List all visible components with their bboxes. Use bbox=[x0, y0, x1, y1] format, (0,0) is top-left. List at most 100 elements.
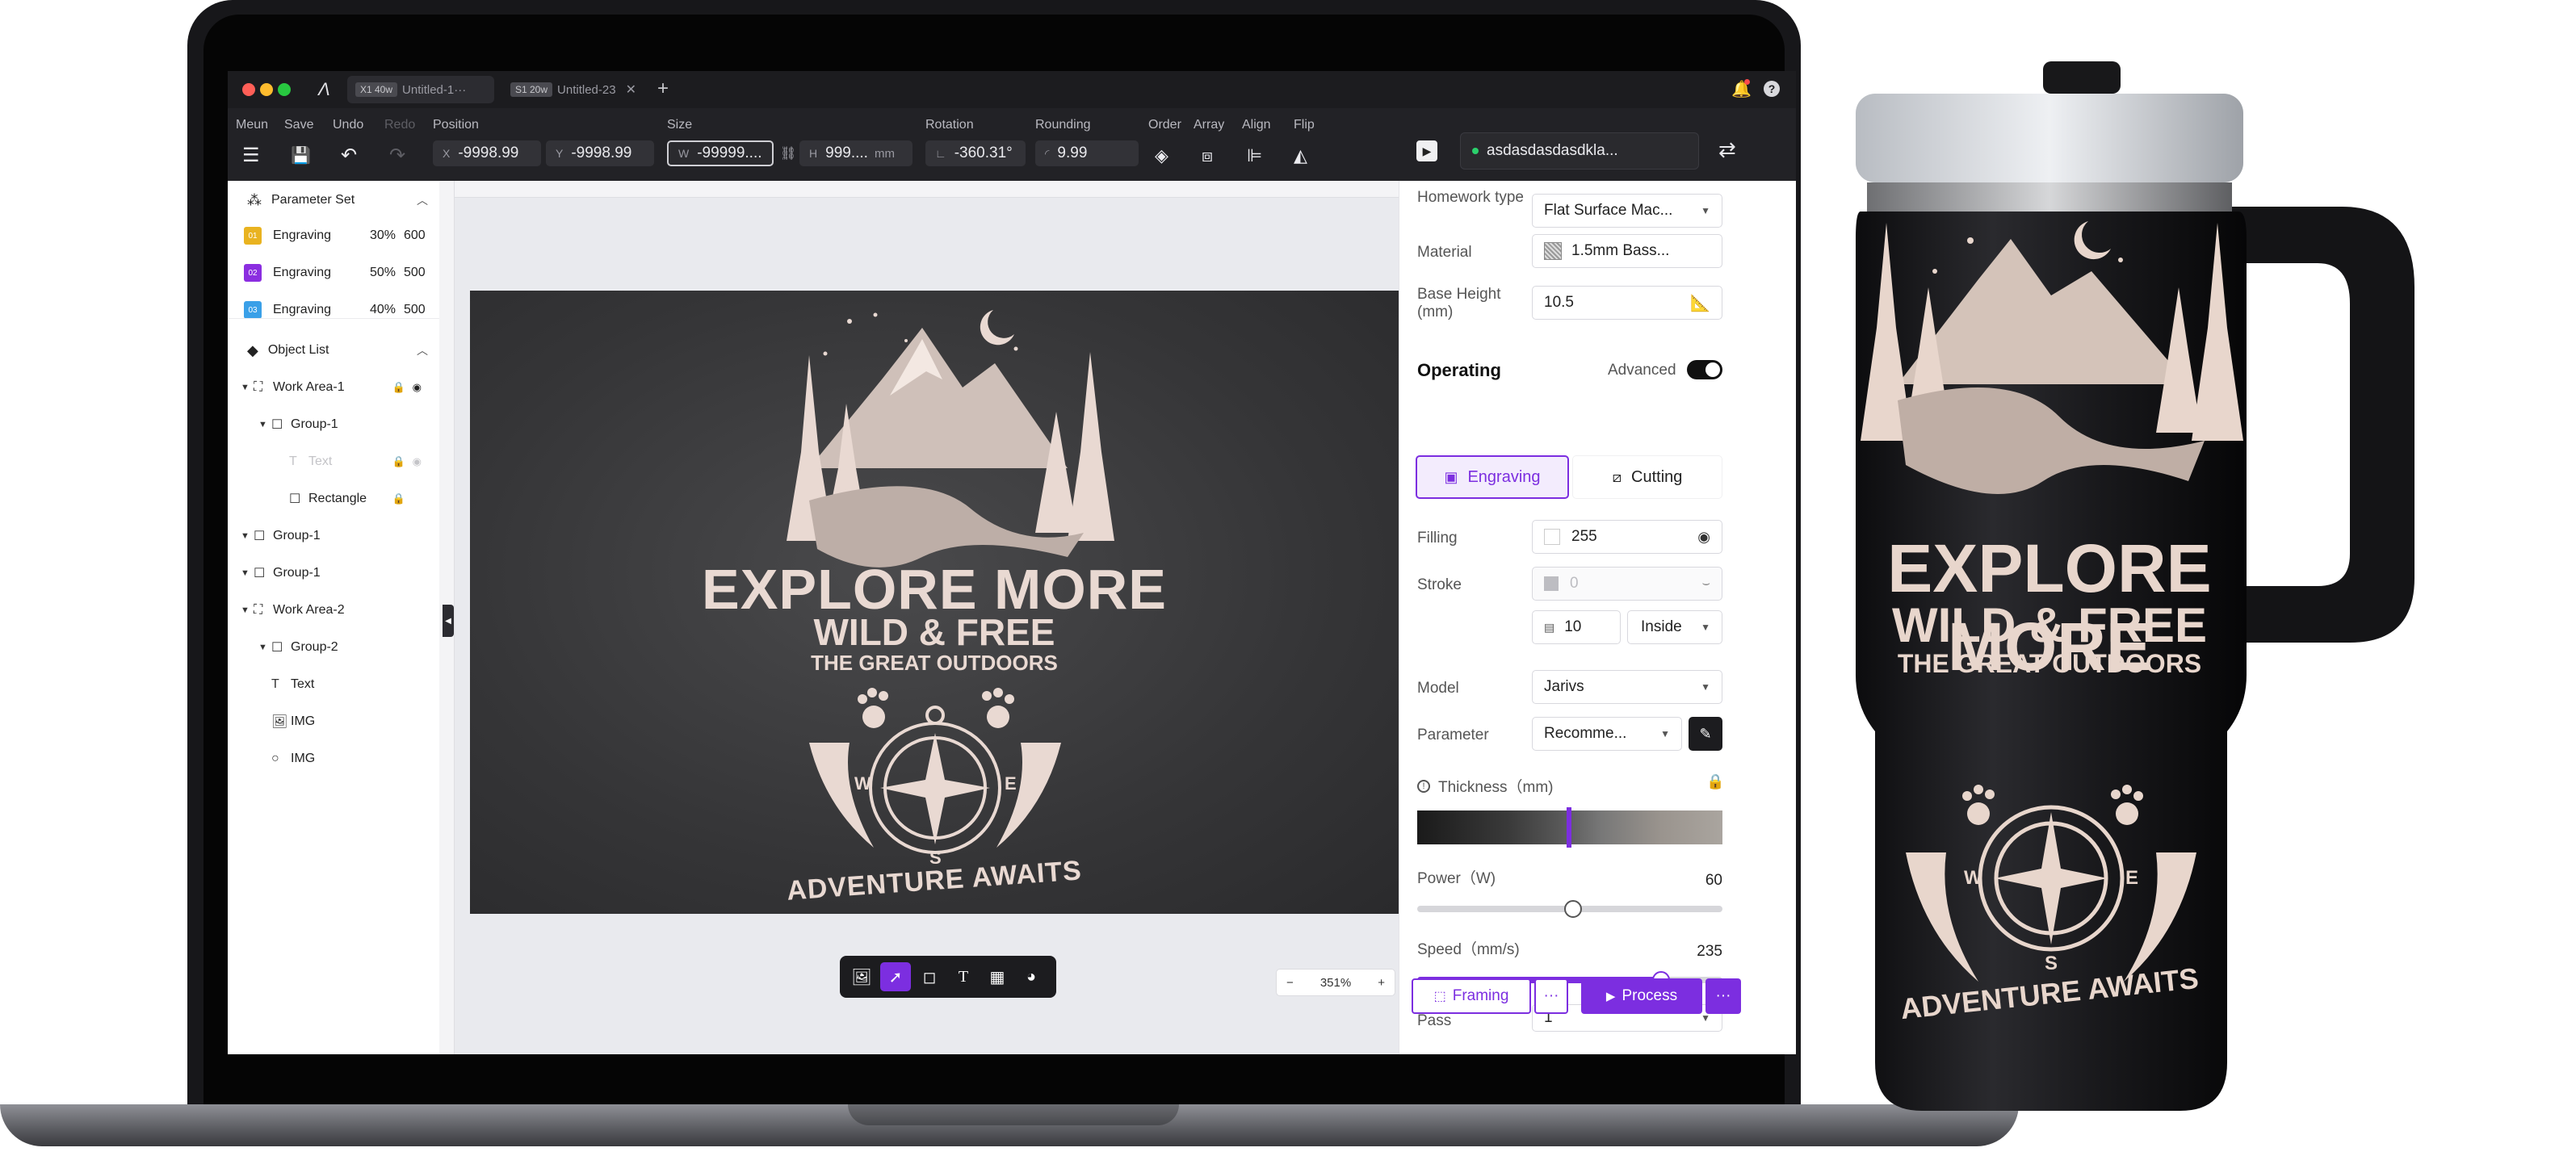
device-selector[interactable]: asdasdasdasdkla... bbox=[1460, 132, 1699, 170]
cutting-mode-button[interactable]: ⧄ Cutting bbox=[1572, 455, 1722, 499]
object-tree-label: Rectangle bbox=[308, 492, 367, 505]
framing-button[interactable]: ⬚ Framing bbox=[1412, 978, 1531, 1014]
stroke-position-select[interactable]: Inside ▼ bbox=[1627, 610, 1722, 644]
process-more-button[interactable]: ··· bbox=[1705, 978, 1741, 1014]
base-height-input[interactable]: 10.5 📐 bbox=[1532, 286, 1722, 320]
engraving-mode-button[interactable]: ▣ Engraving bbox=[1416, 455, 1569, 499]
artboard[interactable]: EXPLORE MORE WILD & FREE THE GREAT OUTDO… bbox=[470, 291, 1399, 914]
zoom-control: − 351% + bbox=[1276, 969, 1395, 996]
grid-tool-icon[interactable]: ▦ bbox=[982, 962, 1013, 991]
framing-icon: ⬚ bbox=[1433, 990, 1446, 1003]
expand-triangle-icon[interactable]: ▼ bbox=[241, 383, 254, 392]
parameter-set-header[interactable]: ⁂ Parameter Set ︿ bbox=[228, 184, 439, 216]
menu-icon[interactable]: ☰ bbox=[242, 144, 260, 168]
angle-icon: ∟ bbox=[935, 147, 946, 160]
object-tree-row[interactable]: ▼ ⛶ Work Area-2 bbox=[241, 594, 426, 626]
parameter-row[interactable]: 03 Engraving 40% 500 bbox=[228, 294, 439, 326]
lock-ratio-icon[interactable]: ⛓ bbox=[780, 145, 796, 161]
shape-tool-icon[interactable]: ◕ bbox=[1016, 962, 1047, 991]
eye-icon[interactable]: ◉ bbox=[1697, 529, 1710, 546]
preview-play-button[interactable]: ▶ bbox=[1416, 140, 1437, 161]
eye-icon[interactable]: ◉ bbox=[413, 381, 422, 394]
parameter-color-swatch: 01 bbox=[244, 227, 262, 245]
tab-untitled-23[interactable]: S1 20w Untitled-23 ✕ bbox=[502, 76, 648, 103]
zoom-window-button[interactable] bbox=[278, 83, 291, 96]
chevron-up-icon[interactable]: ︿ bbox=[417, 342, 428, 358]
save-icon[interactable]: 💾 bbox=[291, 144, 311, 168]
design-canvas[interactable]: ◀ EXPLORE MORE WILD & FREE THE GREAT OUT… bbox=[439, 181, 1399, 1054]
lock-icon[interactable]: 🔒 bbox=[392, 381, 405, 394]
switch-device-icon[interactable]: ⇄ bbox=[1718, 137, 1736, 162]
expand-triangle-icon[interactable]: ▼ bbox=[258, 420, 271, 429]
object-list-header[interactable]: ◆ Object List ︿ bbox=[228, 334, 439, 366]
object-tree-label: Text bbox=[291, 677, 315, 691]
minimize-window-button[interactable] bbox=[260, 83, 273, 96]
undo-icon[interactable]: ↶ bbox=[341, 144, 357, 168]
filling-label: Filling bbox=[1417, 530, 1458, 547]
eye-closed-icon[interactable]: ⌣ bbox=[1701, 576, 1710, 591]
object-tree-row[interactable]: T Text bbox=[258, 668, 426, 701]
object-tree-row[interactable]: ▼ ☐ Group-1 bbox=[241, 557, 426, 589]
parameter-set-icon: ⁂ bbox=[247, 191, 262, 208]
parameter-color-swatch: 03 bbox=[244, 301, 262, 319]
stroke-width-input[interactable]: ▤ 10 bbox=[1532, 610, 1621, 644]
advanced-toggle[interactable] bbox=[1687, 360, 1722, 379]
filling-input[interactable]: 255 ◉ bbox=[1532, 520, 1722, 554]
position-y-field[interactable]: Y -9998.99 bbox=[546, 140, 654, 166]
close-tab-icon[interactable]: ✕ bbox=[626, 82, 636, 98]
position-x-field[interactable]: X -9998.99 bbox=[433, 140, 541, 166]
object-tree-label: Group-1 bbox=[273, 566, 321, 580]
object-tree-row[interactable]: T Text 🔒 ◉ bbox=[276, 446, 426, 478]
rounding-field[interactable]: ◜ 9.99 bbox=[1035, 140, 1139, 166]
material-select[interactable]: 1.5mm Bass... bbox=[1532, 234, 1722, 268]
size-width-field[interactable]: W -99999.... bbox=[667, 140, 774, 166]
parameter-row[interactable]: 02 Engraving 50% 500 bbox=[228, 257, 439, 289]
lock-icon[interactable]: 🔒 bbox=[392, 492, 405, 505]
zoom-out-button[interactable]: − bbox=[1286, 976, 1294, 990]
object-tree-row[interactable]: ○ IMG bbox=[258, 743, 426, 775]
parameter-select[interactable]: Recomme... ▼ bbox=[1532, 717, 1682, 751]
text-icon: T bbox=[289, 454, 297, 468]
order-layers-icon[interactable]: ◈ bbox=[1155, 144, 1168, 168]
help-icon[interactable]: ? bbox=[1764, 81, 1780, 97]
size-height-field[interactable]: H 999.... mm bbox=[799, 140, 913, 166]
expand-triangle-icon[interactable]: ▼ bbox=[241, 531, 254, 541]
new-tab-button[interactable]: + bbox=[657, 77, 669, 100]
object-tree-row[interactable]: ▼ ☐ Group-1 bbox=[258, 408, 426, 441]
power-slider-knob[interactable] bbox=[1563, 900, 1582, 918]
expand-triangle-icon[interactable]: ▼ bbox=[241, 605, 254, 615]
flip-icon[interactable]: ◭ bbox=[1294, 144, 1307, 168]
rectangle-tool-icon[interactable]: ◻ bbox=[914, 962, 945, 991]
redo-icon[interactable]: ↷ bbox=[389, 144, 405, 168]
homework-type-select[interactable]: Flat Surface Mac... ▼ bbox=[1532, 194, 1722, 228]
measure-icon[interactable]: 📐 bbox=[1690, 293, 1710, 313]
zoom-in-button[interactable]: + bbox=[1378, 976, 1385, 990]
object-tree-row[interactable]: ▼ ⛶ Work Area-1 🔒 ◉ bbox=[241, 371, 426, 404]
object-tree-row[interactable]: ▼ ☐ Group-2 bbox=[258, 631, 426, 664]
parameter-row[interactable]: 01 Engraving 30% 600 bbox=[228, 220, 439, 252]
expand-triangle-icon[interactable]: ▼ bbox=[241, 568, 254, 578]
object-tree-row[interactable]: ▼ ☐ Group-1 bbox=[241, 520, 426, 552]
select-tool-icon[interactable]: ➚ bbox=[880, 962, 911, 991]
chevron-up-icon[interactable]: ︿ bbox=[417, 192, 428, 208]
collapse-panel-button[interactable]: ◀ bbox=[443, 605, 454, 637]
object-tree-row[interactable]: 🖼 IMG bbox=[258, 706, 426, 738]
expand-triangle-icon[interactable]: ▼ bbox=[258, 643, 271, 652]
array-icon[interactable]: ⧈ bbox=[1202, 144, 1213, 168]
close-window-button[interactable] bbox=[242, 83, 255, 96]
rotation-field[interactable]: ∟ -360.31° bbox=[925, 140, 1026, 166]
framing-more-button[interactable]: ··· bbox=[1534, 978, 1568, 1014]
stroke-input[interactable]: 0 ⌣ bbox=[1532, 567, 1722, 601]
thickness-marker[interactable] bbox=[1567, 807, 1571, 848]
parameter-edit-button[interactable]: ✎ bbox=[1689, 717, 1722, 751]
text-tool-icon[interactable]: T bbox=[948, 962, 979, 991]
process-button[interactable]: ▶ Process bbox=[1581, 978, 1702, 1014]
image-tool-icon[interactable]: 🖼 bbox=[846, 962, 877, 991]
align-icon[interactable]: ⊫ bbox=[1247, 144, 1262, 168]
thickness-lock-icon[interactable]: 🔒 bbox=[1706, 773, 1724, 790]
model-select[interactable]: Jarivs ▼ bbox=[1532, 670, 1722, 704]
eye-icon[interactable]: ◉ bbox=[413, 455, 422, 468]
object-tree-row[interactable]: ☐ Rectangle 🔒 bbox=[276, 483, 426, 515]
lock-icon[interactable]: 🔒 bbox=[392, 455, 405, 468]
tab-untitled-1[interactable]: X1 40w Untitled-1··· bbox=[347, 76, 494, 103]
